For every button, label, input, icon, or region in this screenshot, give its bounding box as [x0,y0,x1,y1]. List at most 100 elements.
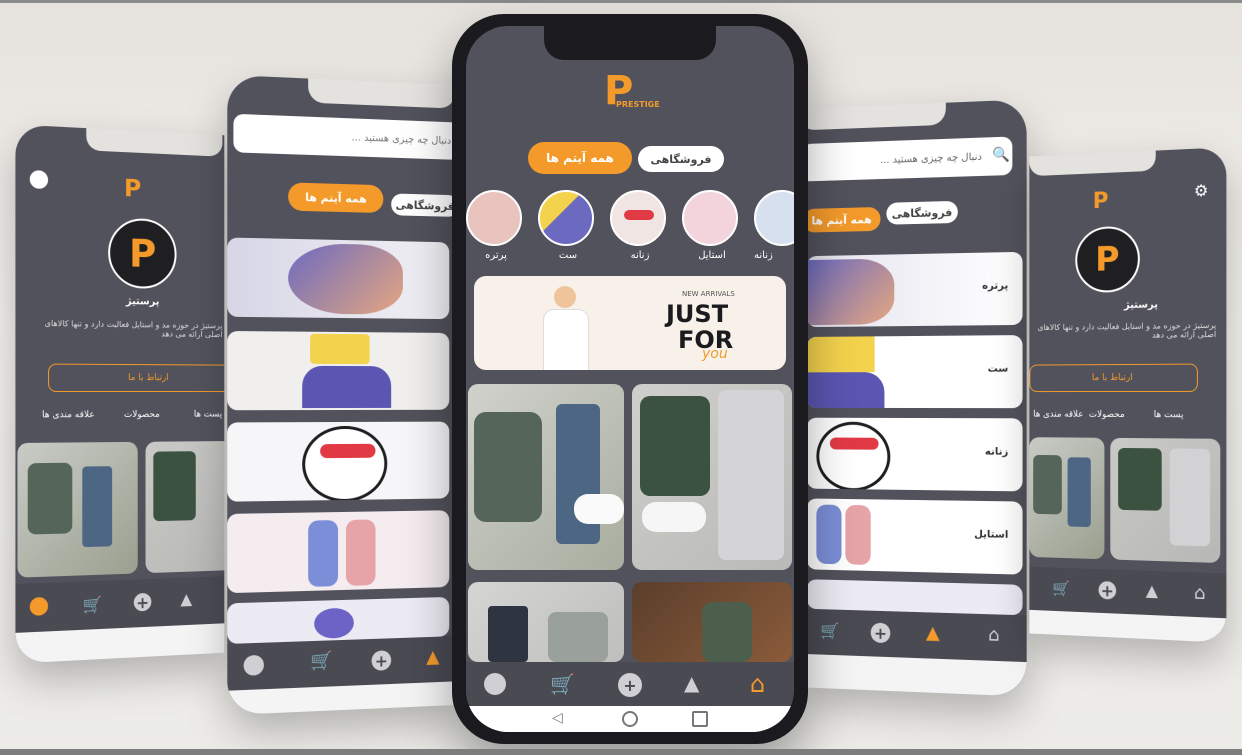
search-input[interactable]: دنبال چه چیزی هستید ... [806,136,1013,182]
home-icon[interactable]: ⌂ [1194,582,1206,604]
add-icon[interactable]: + [133,592,152,612]
avatar: P [1075,225,1140,294]
add-icon[interactable]: + [870,622,891,644]
add-icon[interactable]: + [371,650,392,671]
contact-button[interactable]: ارتباط با ما [48,363,225,393]
banner-figure [534,280,598,370]
profile-bio: پرستیژ در حوزه مد و استایل فعالیت دارد و… [44,318,223,340]
avatar-letter: P [1095,239,1120,280]
settings-icon[interactable] [29,170,49,190]
home-button-icon[interactable] [622,711,638,727]
category-label: زنانه [630,250,650,261]
category-avatar [538,190,594,246]
category-card[interactable] [227,330,450,411]
category-card[interactable] [227,421,450,502]
bottom-nav: 🛒 + ▲ ⌂ [806,608,1027,663]
category-label: زنانه [754,250,773,261]
promo-banner[interactable]: NEW ARRIVALS JUST FOR you [474,276,786,370]
tab-all-items[interactable]: همه آیتم ها [528,142,632,174]
category-item[interactable]: زنانه [754,190,794,261]
cart-icon[interactable]: 🛒 [550,672,575,696]
phone-center-frame: P PRESTIGE همه آیتم ها فروشگاهی پرتره ست… [452,14,808,744]
product-card[interactable] [468,384,624,570]
brand-logo: P [1092,188,1109,215]
home-icon[interactable]: ⌂ [750,670,765,698]
category-avatar [682,190,738,246]
profile-name: پرستیژ [125,296,160,308]
shapes-icon[interactable]: ▲ [180,589,192,608]
category-card[interactable]: زنانه [806,417,1023,492]
back-icon[interactable]: ◁ [552,710,563,726]
home-icon[interactable]: ⌂ [988,624,1000,646]
recents-icon[interactable] [692,711,708,727]
profile-tab-favorites[interactable]: علاقه مندی ها [42,410,95,420]
tab-shop[interactable]: فروشگاهی [391,193,454,217]
category-card[interactable] [227,510,450,594]
profile-icon[interactable] [243,654,264,676]
frame-top-line [0,0,1242,3]
product-card[interactable] [632,582,792,662]
category-label: زنانه [984,446,1009,458]
shapes-icon[interactable]: ▲ [684,671,699,695]
contact-button[interactable]: ارتباط با ما [1029,363,1198,393]
category-card[interactable]: استایل [806,498,1023,575]
tab-shop[interactable]: فروشگاهی [638,146,724,172]
notch [544,26,716,60]
cart-icon[interactable]: 🛒 [820,621,839,640]
search-input[interactable]: دنبال چه چیزی هستید ... [233,113,454,160]
category-item[interactable]: ست [538,190,598,261]
category-card[interactable]: پرتره [806,251,1023,328]
profile-tab-products[interactable]: محصولات [1089,410,1125,420]
cart-icon[interactable]: 🛒 [82,595,102,615]
add-icon[interactable]: + [1098,581,1117,600]
cart-icon[interactable]: 🛒 [310,650,332,672]
banner-kicker: NEW ARRIVALS [682,290,735,298]
profile-icon[interactable] [29,596,49,616]
avatar: P [108,217,177,290]
tab-all-items[interactable]: همه آیتم ها [288,182,384,214]
tab-all-items[interactable]: همه آیتم ها [806,206,881,233]
brand-logo: P [123,174,142,203]
notch [1029,150,1156,177]
product-thumb[interactable] [17,441,138,578]
category-label: ست [558,250,578,261]
profile-tab-products[interactable]: محصولات [124,410,160,420]
add-icon[interactable]: + [618,673,642,697]
system-bar [806,654,1027,697]
profile-tab-posts[interactable]: پست ها [194,410,222,420]
brand-logo: P PRESTIGE [596,68,676,116]
phone-far-right: ⚙ P P پرستیژ پرستیژ در حوزه مد و استایل … [1029,147,1227,643]
category-avatar [754,190,794,246]
phone-right: دنبال چه چیزی هستید ... 🔍 همه آیتم ها فر… [806,99,1027,697]
category-item[interactable]: استایل [682,190,742,261]
frame-bottom-line [0,749,1242,755]
phone-left: دنبال چه چیزی هستید ... همه آیتم ها فروش… [227,74,454,716]
search-icon[interactable]: 🔍 [992,147,1010,164]
tab-shop[interactable]: فروشگاهی [886,200,958,225]
avatar-letter: P [128,231,157,276]
settings-icon[interactable]: ⚙ [1194,181,1209,201]
product-thumb[interactable] [145,440,225,574]
category-item[interactable]: زنانه [610,190,670,261]
profile-tab-posts[interactable]: پست ها [1154,410,1184,420]
profile-icon[interactable] [484,673,506,695]
cart-icon[interactable]: 🛒 [1052,579,1070,597]
category-item[interactable]: پرتره [466,190,526,261]
shapes-icon[interactable]: ▲ [426,647,439,668]
product-thumb[interactable] [1029,437,1105,560]
product-card[interactable] [632,384,792,570]
profile-tab-favorites[interactable]: علاقه مندی ها [1033,410,1083,420]
category-card[interactable] [227,237,450,320]
system-bar: ◁ [466,706,794,732]
category-label: استایل [698,250,726,261]
category-label: پرتره [485,250,507,261]
category-avatar [466,190,522,246]
category-card[interactable]: ست [806,335,1023,409]
category-strip: پرتره ست زنانه استایل زنانه [466,190,794,270]
logo-word: PRESTIGE [616,100,660,109]
shapes-icon[interactable]: ▲ [1146,581,1158,601]
product-card[interactable] [468,582,624,662]
product-thumb[interactable] [1110,437,1221,564]
shapes-icon[interactable]: ▲ [926,622,940,644]
bottom-nav: 🛒 + ▲ ⌂ [466,662,794,706]
